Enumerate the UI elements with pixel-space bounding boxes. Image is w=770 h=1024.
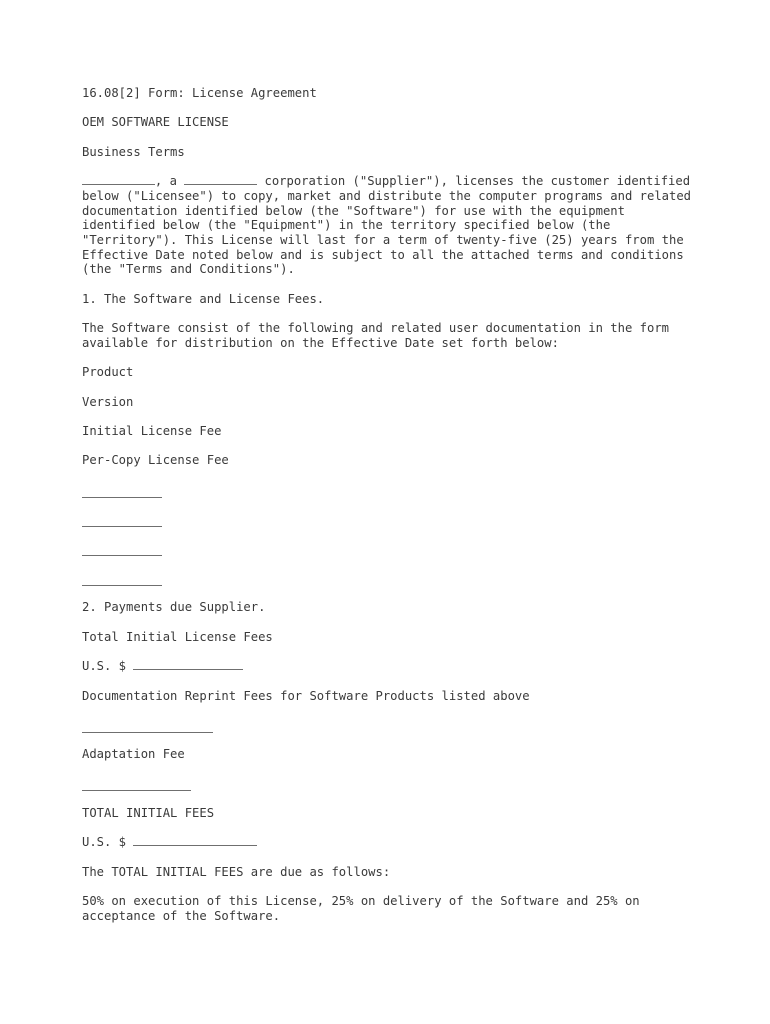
document-subtitle: Business Terms <box>82 144 185 159</box>
total-initial-fees-currency: U.S. $ <box>82 835 127 850</box>
initial-license-fee-value-rule-row <box>82 542 702 557</box>
field-label-initial-license-fee: Initial License Fee <box>82 424 222 439</box>
product-value-blank[interactable] <box>82 496 163 498</box>
total-initial-license-fees-label: Total Initial License Fees <box>82 629 273 644</box>
payment-due-terms: 50% on execution of this License, 25% on… <box>82 894 647 923</box>
documentation-reprint-fees-label: Documentation Reprint Fees for Software … <box>82 688 530 703</box>
preamble-text: corporation ("Supplier"), licenses the c… <box>82 174 699 277</box>
total-initial-license-fees-amount-blank[interactable] <box>133 669 243 671</box>
document-page: 16.08[2] Form: License Agreement OEM SOF… <box>0 0 770 1024</box>
document-body: 16.08[2] Form: License Agreement OEM SOF… <box>82 86 702 924</box>
per-copy-license-fee-value-blank[interactable] <box>82 584 163 586</box>
adaptation-fee-blank[interactable] <box>82 790 192 792</box>
initial-license-fee-value-blank[interactable] <box>82 555 163 557</box>
version-value-rule-row <box>82 512 702 527</box>
section-2-heading: 2. Payments due Supplier. <box>82 600 266 615</box>
preamble-connector: , a <box>154 174 185 189</box>
supplier-state-blank[interactable] <box>184 174 258 186</box>
documentation-reprint-fees-rule-row <box>82 718 702 733</box>
product-value-rule-row <box>82 483 702 498</box>
total-initial-license-fees-currency: U.S. $ <box>82 659 127 674</box>
adaptation-fee-rule-row <box>82 777 702 792</box>
field-label-per-copy-license-fee: Per-Copy License Fee <box>82 453 229 468</box>
total-initial-license-fees-amount-row: U.S. $ <box>82 659 702 674</box>
total-initial-fees-amount-blank[interactable] <box>133 845 258 847</box>
version-value-blank[interactable] <box>82 525 163 527</box>
section-1-heading: 1. The Software and License Fees. <box>82 291 325 306</box>
adaptation-fee-label: Adaptation Fee <box>82 747 185 762</box>
document-title: OEM SOFTWARE LICENSE <box>82 115 229 130</box>
preamble-paragraph: , a corporation ("Supplier"), licenses t… <box>82 174 702 277</box>
citation-line: 16.08[2] Form: License Agreement <box>82 86 317 100</box>
section-1-intro: The Software consist of the following an… <box>82 321 677 350</box>
field-label-version: Version <box>82 394 134 409</box>
supplier-name-blank[interactable] <box>82 174 155 186</box>
total-initial-fees-amount-row: U.S. $ <box>82 835 702 850</box>
payment-due-intro: The TOTAL INITIAL FEES are due as follow… <box>82 864 391 879</box>
total-initial-fees-label: TOTAL INITIAL FEES <box>82 806 215 821</box>
per-copy-license-fee-value-rule-row <box>82 571 702 586</box>
documentation-reprint-fees-blank[interactable] <box>82 731 214 733</box>
field-label-product: Product <box>82 365 134 380</box>
